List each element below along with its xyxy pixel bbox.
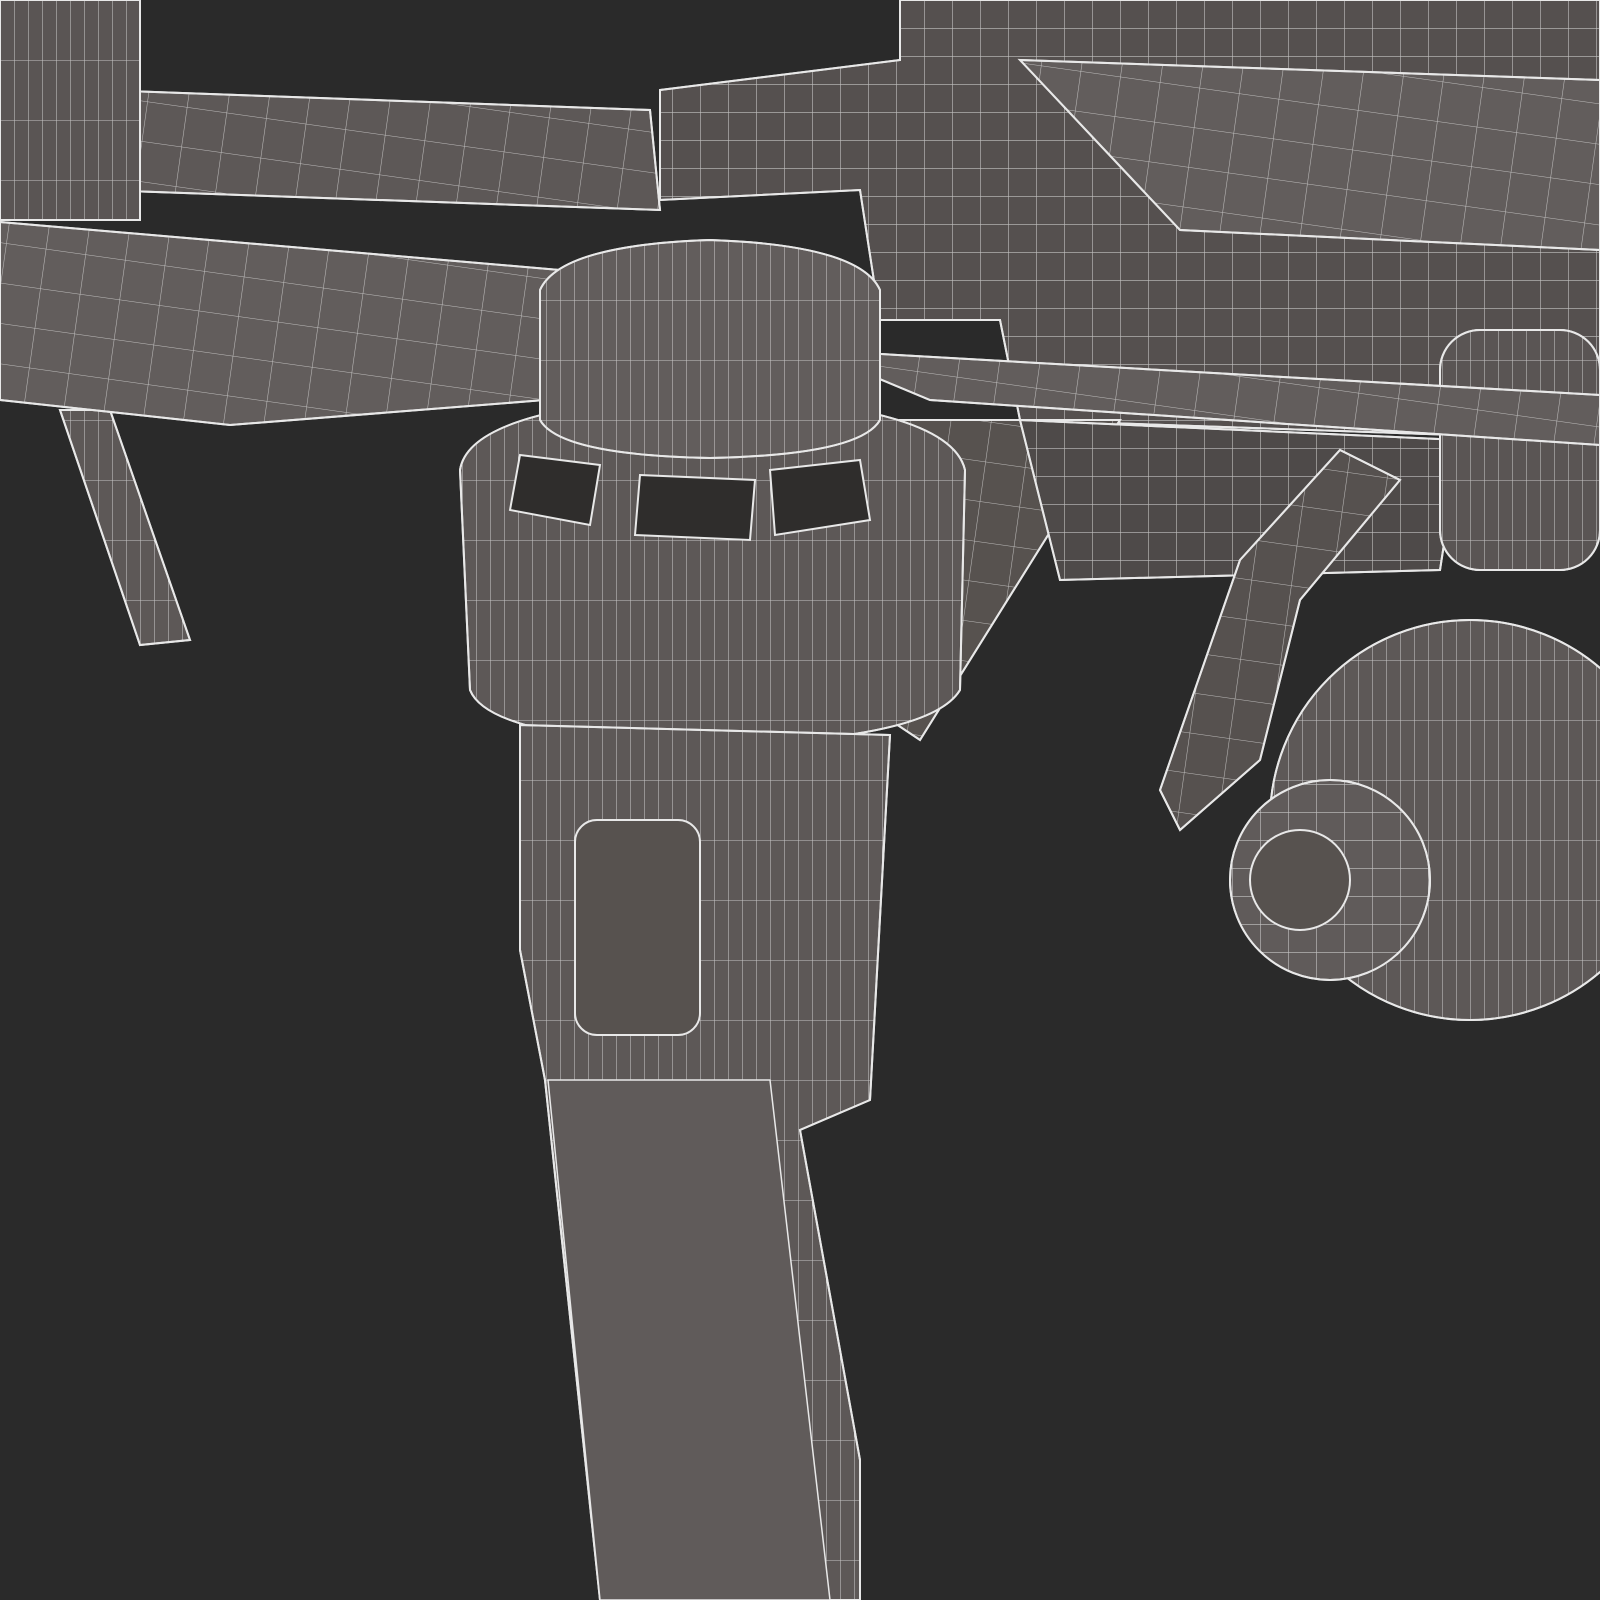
left-motor-partial bbox=[0, 0, 141, 221]
leg-panel bbox=[574, 819, 701, 1036]
center-housing bbox=[1018, 418, 1462, 582]
left-arm-tube bbox=[99, 88, 662, 212]
wireframe-render bbox=[0, 0, 1600, 1600]
rear-motor bbox=[1439, 329, 1600, 571]
